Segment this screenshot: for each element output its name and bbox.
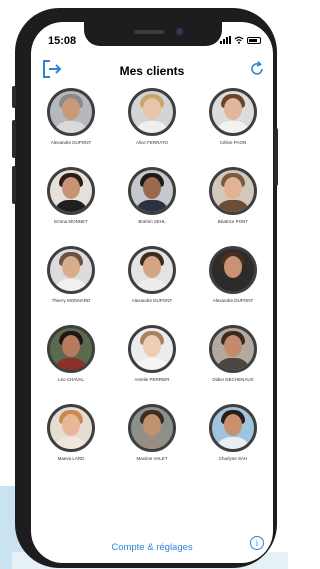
power-button <box>274 128 278 186</box>
client-item[interactable]: Didier DECHENAUX <box>193 325 273 382</box>
client-avatar <box>47 325 95 373</box>
client-name: Léo CHAVAL <box>57 377 85 382</box>
account-settings-link[interactable]: Compte & réglages <box>31 542 273 553</box>
client-avatar <box>209 167 257 215</box>
client-item[interactable]: Amélie PERRIER <box>112 325 192 382</box>
page-title: Mes clients <box>119 64 185 78</box>
client-avatar <box>209 246 257 294</box>
client-item[interactable]: Céline PAON <box>193 88 273 145</box>
client-item[interactable]: Alice FERRATO <box>112 88 192 145</box>
client-item[interactable]: Maxime VALET <box>112 404 192 461</box>
client-item[interactable]: Alexandre DUPONT <box>193 246 273 303</box>
client-name: Charlyne SAH <box>218 456 248 461</box>
client-name: Emma MONNET <box>54 219 88 224</box>
client-name: Alexandre DUPONT <box>131 298 173 303</box>
client-avatar <box>128 325 176 373</box>
client-name: Didier DECHENAUX <box>212 377 254 382</box>
client-name: Thierry MONNARD <box>51 298 91 303</box>
info-icon[interactable]: i <box>250 536 264 550</box>
client-avatar <box>47 246 95 294</box>
volume-up-button <box>12 120 16 158</box>
status-time: 15:08 <box>48 35 77 47</box>
client-name: Amélie PERRIER <box>134 377 170 382</box>
client-avatar <box>47 167 95 215</box>
battery-icon <box>247 36 261 44</box>
client-name: Béatrice PONT <box>217 219 249 224</box>
app-screen: 15:08 Mes clients Alexandre DUPONT Alice … <box>31 22 273 563</box>
client-avatar <box>128 246 176 294</box>
client-avatar <box>47 404 95 452</box>
client-name: Maeva LARD <box>57 456 85 461</box>
volume-down-button <box>12 166 16 204</box>
mute-switch <box>12 86 16 108</box>
client-name: Maxime VALET <box>136 456 168 461</box>
client-avatar <box>47 88 95 136</box>
client-avatar <box>128 404 176 452</box>
client-name: Alice FERRATO <box>135 140 169 145</box>
camera <box>176 28 183 35</box>
client-name: Céline PAON <box>219 140 247 145</box>
client-item[interactable]: Léo CHAVAL <box>31 325 111 382</box>
client-avatar <box>209 88 257 136</box>
client-avatar <box>209 404 257 452</box>
refresh-icon[interactable] <box>248 60 266 78</box>
client-item[interactable]: Béatrice PONT <box>193 167 273 224</box>
notch <box>84 22 222 46</box>
signal-icon <box>220 36 231 44</box>
client-item[interactable]: Emma MONNET <box>31 167 111 224</box>
client-name: Alexandre DUPONT <box>212 298 254 303</box>
status-icons <box>220 36 261 44</box>
client-item[interactable]: Alexandre DUPONT <box>31 88 111 145</box>
client-avatar <box>209 325 257 373</box>
client-avatar <box>128 167 176 215</box>
client-item[interactable]: Brahim SEHL <box>112 167 192 224</box>
wifi-icon <box>234 36 244 44</box>
client-name: Alexandre DUPONT <box>50 140 92 145</box>
client-avatar <box>128 88 176 136</box>
speaker <box>134 30 164 34</box>
client-item[interactable]: Charlyne SAH <box>193 404 273 461</box>
client-item[interactable]: Maeva LARD <box>31 404 111 461</box>
client-item[interactable]: Thierry MONNARD <box>31 246 111 303</box>
client-item[interactable]: Alexandre DUPONT <box>112 246 192 303</box>
client-name: Brahim SEHL <box>138 219 166 224</box>
